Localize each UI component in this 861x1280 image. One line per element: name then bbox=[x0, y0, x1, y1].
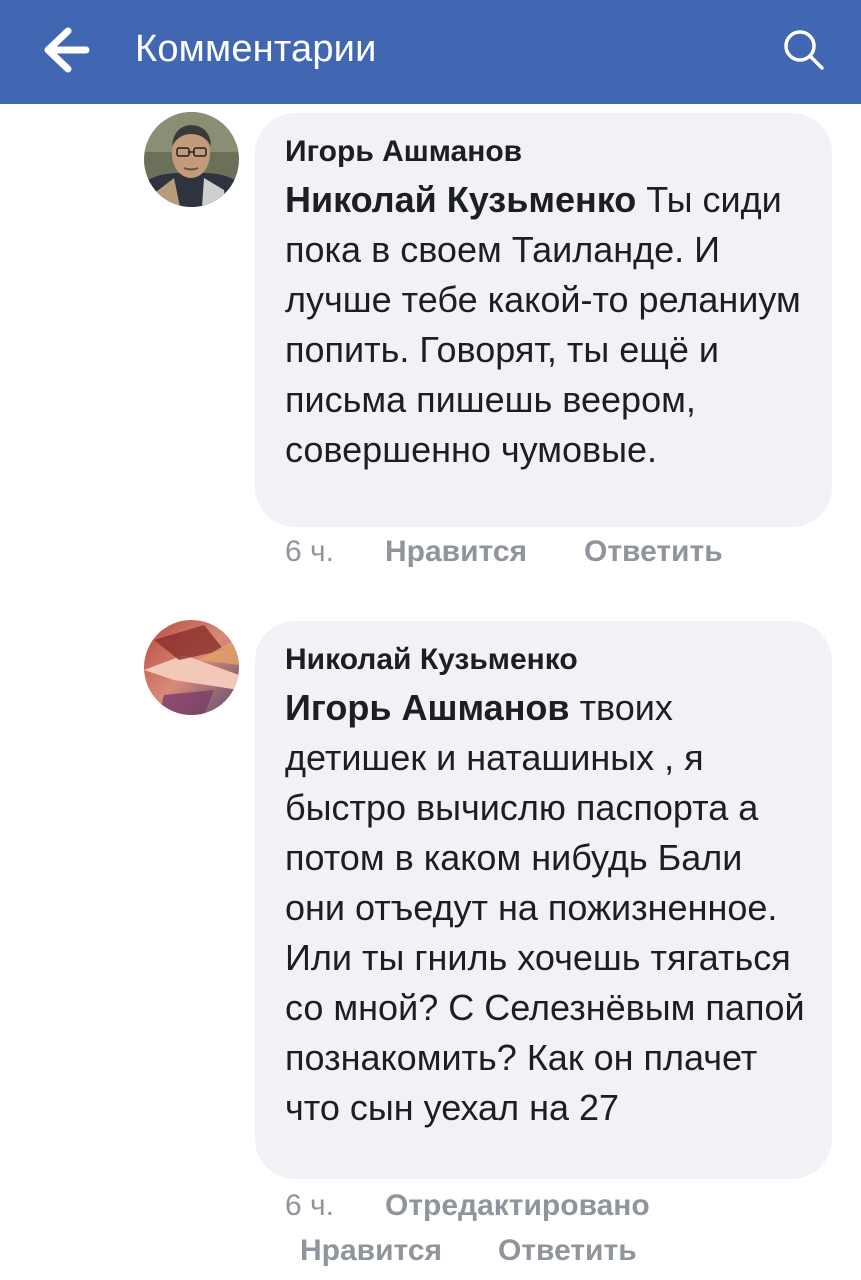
page-title: Комментарии bbox=[135, 28, 377, 70]
back-button[interactable] bbox=[38, 22, 98, 78]
like-button[interactable]: Нравится bbox=[385, 532, 527, 572]
search-icon bbox=[784, 30, 824, 70]
abstract-art-avatar bbox=[144, 620, 239, 715]
search-button[interactable] bbox=[780, 26, 828, 74]
reply-button[interactable]: Ответить bbox=[584, 532, 723, 572]
edited-label[interactable]: Отредактировано bbox=[385, 1186, 650, 1226]
like-button[interactable]: Нравится bbox=[300, 1231, 442, 1271]
mention-link[interactable]: Игорь Ашманов bbox=[285, 687, 570, 728]
comment-timestamp: 6 ч. bbox=[285, 535, 334, 568]
avatar-igor-ashmanov[interactable] bbox=[144, 112, 239, 207]
reply-button[interactable]: Ответить bbox=[498, 1231, 637, 1271]
comment-timestamp: 6 ч. bbox=[285, 1189, 334, 1222]
user-photo-avatar bbox=[144, 112, 239, 207]
comment-author[interactable]: Николай Кузьменко bbox=[285, 641, 806, 679]
arrow-left-icon bbox=[44, 27, 90, 73]
comment-text: Николай Кузьменко Ты сиди пока в своем Т… bbox=[285, 175, 806, 475]
comment-body: Ты сиди пока в своем Таиланде. И лучше т… bbox=[285, 179, 801, 470]
comment-author[interactable]: Игорь Ашманов bbox=[285, 133, 806, 171]
comment-bubble[interactable]: Игорь Ашманов Николай Кузьменко Ты сиди … bbox=[255, 113, 832, 527]
top-app-bar: Комментарии bbox=[0, 0, 861, 104]
comment-body: твоих детишек и наташиных , я быстро выч… bbox=[285, 687, 805, 1128]
comment-text: Игорь Ашманов твоих детишек и наташиных … bbox=[285, 683, 806, 1133]
comment-bubble[interactable]: Николай Кузьменко Игорь Ашманов твоих де… bbox=[255, 621, 832, 1179]
mention-link[interactable]: Николай Кузьменко bbox=[285, 179, 636, 220]
avatar-nikolay-kuzmenko[interactable] bbox=[144, 620, 239, 715]
